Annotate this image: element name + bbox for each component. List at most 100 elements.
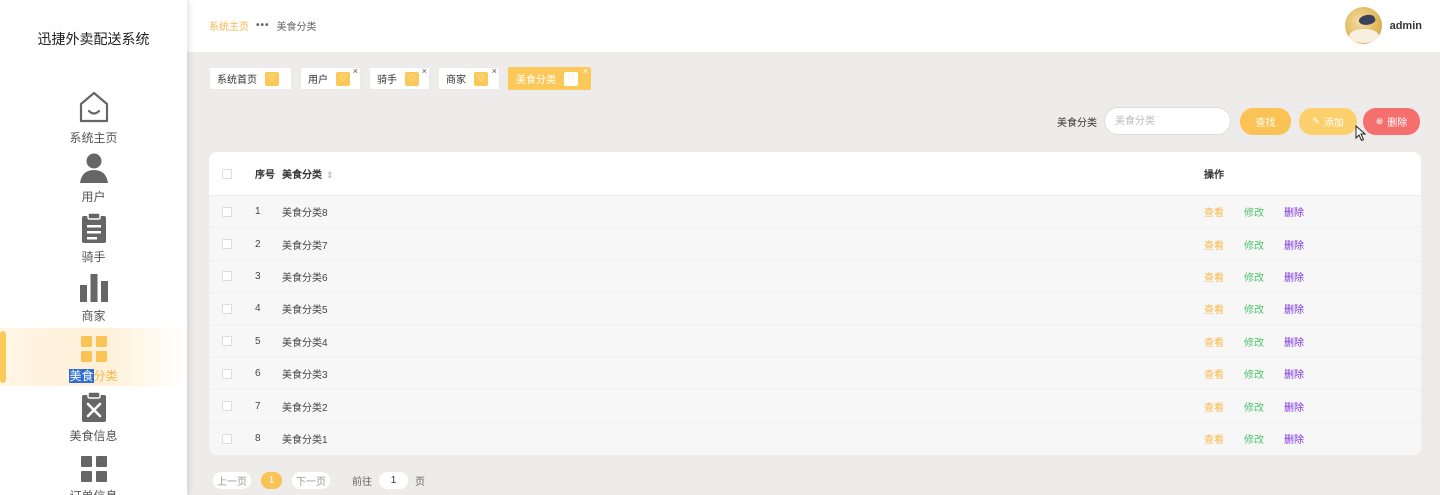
sidebar-item-food-info[interactable]: 美食信息 [0,388,187,446]
find-button[interactable]: 查找 [1240,107,1291,135]
sidebar-item-users[interactable]: 用户 [0,149,187,207]
heart-icon: ♡ [265,71,279,86]
sidebar-item-label: 商家 [81,309,106,323]
add-button-label: 添加 [1323,117,1344,129]
row-category-name: 美食分类1 [282,435,328,447]
edit-link[interactable]: 修改 [1244,269,1264,284]
delete-button[interactable]: ⊗ 删除 [1363,107,1420,135]
tab-label: 美食分类 [516,75,556,86]
sidebar-item-riders[interactable]: 骑手 [0,209,187,267]
grid-icon [80,335,108,366]
close-icon[interactable]: × [583,67,588,76]
pencil-icon: ✎ [1312,115,1320,126]
delete-link[interactable]: 删除 [1284,237,1304,252]
tab-label: 用户 [308,75,328,86]
tab-merchants[interactable]: 商家 ♡ × [438,67,500,90]
edit-link[interactable]: 修改 [1244,366,1264,381]
edit-link[interactable]: 修改 [1244,334,1264,349]
edit-link[interactable]: 修改 [1244,301,1264,316]
heart-icon: ♡ [474,71,488,86]
tab-system-home[interactable]: 系统首页 ♡ [209,67,292,90]
goto-label: 前往 [352,477,372,488]
tab-users[interactable]: 用户 ♡ × [300,67,361,90]
breadcrumb-home[interactable]: 系统主页 [209,18,249,33]
edit-link[interactable]: 修改 [1244,204,1264,219]
circle-x-icon: ⊗ [1375,115,1384,126]
delete-button-label: 删除 [1387,117,1408,129]
view-link[interactable]: 查看 [1204,431,1224,446]
search-label: 美食分类 [1057,117,1097,129]
delete-link[interactable]: 删除 [1284,269,1304,284]
delete-link[interactable]: 删除 [1284,399,1304,414]
sidebar-item-label: 美食分类 [69,367,118,384]
clipboard-icon [80,212,108,247]
active-indicator [0,331,6,383]
select-all-checkbox[interactable] [222,168,232,179]
user-menu[interactable]: admin [1344,7,1422,44]
row-checkbox[interactable] [222,303,232,314]
sidebar-item-food-category[interactable]: 美食分类 [0,328,187,386]
search-input[interactable] [1104,107,1231,135]
column-name[interactable]: 美食分类 [282,170,322,181]
sidebar: 迅捷外卖配送系统 系统主页 用户 骑手 商家 美食分类 美食信息 [0,0,187,495]
table-row: 4 美食分类5 查看 修改 删除 [209,293,1421,326]
heart-icon: ♡ [564,71,578,86]
user-icon [78,152,110,187]
row-checkbox[interactable] [222,239,232,250]
avatar[interactable] [1344,7,1382,44]
page-1-button[interactable]: 1 [261,472,282,489]
delete-link[interactable]: 删除 [1284,334,1304,349]
edit-link[interactable]: 修改 [1244,431,1264,446]
add-button[interactable]: ✎ 添加 [1299,107,1357,135]
close-icon[interactable]: × [422,67,427,76]
sort-icon[interactable]: ⇕ [326,170,334,180]
next-page-button[interactable]: 下一页 [292,472,330,489]
row-checkbox[interactable] [222,336,232,347]
view-link[interactable]: 查看 [1204,399,1224,414]
row-checkbox[interactable] [222,401,232,412]
close-icon[interactable]: × [353,67,358,76]
table-body: 1 美食分类8 查看 修改 删除 2 美食分类7 查看 修改 删除 3 美食分类6 查看 修改 删除 4 美食分… [209,196,1421,455]
sidebar-item-home[interactable]: 系统主页 [0,90,187,148]
delete-link[interactable]: 删除 [1284,301,1304,316]
table-row: 2 美食分类7 查看 修改 删除 [209,228,1421,261]
row-checkbox[interactable] [222,271,232,282]
delete-link[interactable]: 删除 [1284,204,1304,219]
view-link[interactable]: 查看 [1204,334,1224,349]
edit-link[interactable]: 修改 [1244,399,1264,414]
row-category-name: 美食分类2 [282,402,328,414]
tab-food-category[interactable]: 美食分类 ♡ × [508,67,591,90]
table-row: 5 美食分类4 查看 修改 删除 [209,325,1421,358]
tab-label: 商家 [446,75,466,86]
column-index: 序号 [255,170,275,181]
view-link[interactable]: 查看 [1204,366,1224,381]
row-checkbox[interactable] [222,368,232,379]
close-icon[interactable]: × [492,67,497,76]
view-link[interactable]: 查看 [1204,269,1224,284]
table-row: 3 美食分类6 查看 修改 删除 [209,260,1421,294]
goto-page-input[interactable] [379,472,408,489]
view-link[interactable]: 查看 [1204,237,1224,252]
prev-page-button[interactable]: 上一页 [213,472,251,489]
tab-riders[interactable]: 骑手 ♡ × [369,67,430,90]
sidebar-item-merchants[interactable]: 商家 [0,268,187,326]
row-category-name: 美食分类3 [282,370,328,382]
row-index: 7 [255,400,261,412]
row-category-name: 美食分类4 [282,337,328,349]
edit-link[interactable]: 修改 [1244,237,1264,252]
view-link[interactable]: 查看 [1204,301,1224,316]
sidebar-item-label: 订单信息 [69,487,117,495]
row-category-name: 美食分类7 [282,240,328,252]
delete-link[interactable]: 删除 [1284,366,1304,381]
tab-label: 骑手 [377,75,397,86]
sidebar-item-label: 骑手 [81,250,106,264]
row-checkbox[interactable] [222,206,232,217]
row-category-name: 美食分类6 [282,272,328,284]
delete-link[interactable]: 删除 [1284,431,1304,446]
row-index: 4 [255,303,261,315]
view-link[interactable]: 查看 [1204,204,1224,219]
table-row: 1 美食分类8 查看 修改 删除 [209,196,1421,229]
row-checkbox[interactable] [222,433,232,444]
sidebar-item-orders[interactable]: 订单信息 [0,448,187,495]
clipboard-x-icon [80,391,108,426]
